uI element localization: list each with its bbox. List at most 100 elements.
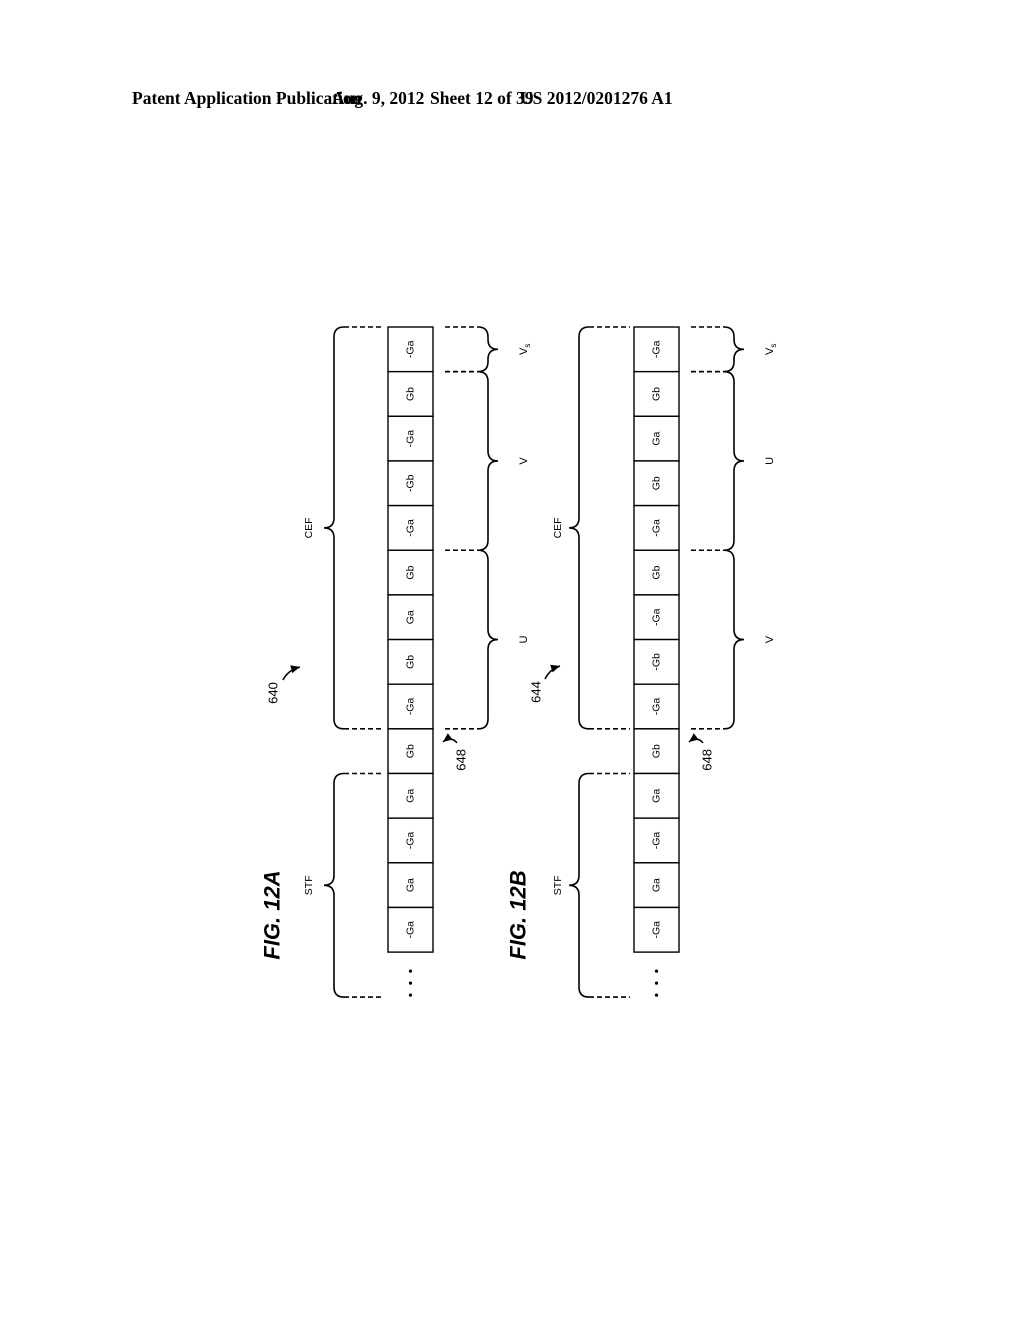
sequence-cell: -Gb — [633, 638, 680, 685]
sequence-cell: -Ga — [633, 683, 680, 730]
brace-line — [477, 370, 499, 552]
continuation-dots — [408, 969, 413, 997]
cell-label: -Ga — [651, 921, 663, 939]
sequence-cell: -Gb — [387, 460, 434, 507]
reference-arrow — [282, 665, 301, 681]
dot — [654, 981, 659, 985]
brace-vs: Vs — [445, 326, 532, 373]
brace-line — [723, 370, 745, 552]
sequence-cell: Ga — [387, 594, 434, 641]
figure-title: FIG. 12A — [260, 870, 285, 959]
sequence-cell: -Ga — [387, 683, 434, 730]
figure-title: FIG. 12B — [506, 870, 531, 959]
cell-label: -Ga — [405, 519, 417, 537]
cell-label: -Ga — [651, 519, 663, 537]
brace-line — [323, 772, 345, 998]
cell-label: Ga — [405, 878, 417, 892]
cell-label: -Gb — [405, 474, 417, 492]
label-subscript: s — [523, 344, 532, 348]
figure-12b: -Ga Gb Ga Gb -Ga Gb -Ga -Gb -Ga Gb Ga -Ga Ga -Ga CEF ST… — [506, 326, 778, 998]
sequence-cell: Ga — [387, 862, 434, 909]
continuation-dots — [654, 969, 659, 997]
brace-cef: CEF — [303, 326, 384, 730]
brace-label-stf: STF — [303, 875, 315, 895]
sequence-cell: Ga — [387, 772, 434, 819]
cell-label: Ga — [651, 878, 663, 892]
dot — [408, 981, 413, 985]
sequence-cell: -Ga — [633, 326, 680, 373]
figure-12a: -Ga Gb -Ga -Gb -Ga Gb Ga Gb -Ga Gb Ga -Ga Ga -Ga CEF ST… — [260, 326, 532, 998]
brace-label-v: V — [764, 635, 776, 643]
cell-label: -Ga — [405, 340, 417, 358]
dot — [408, 993, 413, 997]
cell-label: -Ga — [651, 608, 663, 626]
sequence-cell: -Ga — [633, 817, 680, 864]
dot — [654, 969, 659, 973]
cell-label: -Ga — [651, 832, 663, 850]
dot — [408, 969, 413, 973]
brace-label-stf: STF — [552, 875, 564, 895]
brace-label-u: U — [518, 636, 530, 644]
sequence-cell: Gb — [387, 370, 434, 417]
sequence-cell: Ga — [633, 862, 680, 909]
brace-line — [568, 772, 590, 998]
brace-line — [723, 326, 745, 373]
cell-label: -Ga — [651, 698, 663, 716]
reference-numeral: 640 — [266, 682, 281, 704]
brace-stf: STF — [552, 772, 630, 998]
sequence-cell: Gb — [633, 549, 680, 596]
sequence-cell: -Ga — [387, 415, 434, 462]
cell-label: Gb — [405, 387, 417, 401]
sequence-cell: Gb — [387, 549, 434, 596]
sequence-cell: Ga — [633, 415, 680, 462]
cell-label: Gb — [405, 744, 417, 758]
sequence-cell: -Ga — [633, 504, 680, 551]
sequence-cell: Gb — [387, 728, 434, 775]
cell-label: Ga — [405, 610, 417, 624]
cell-label: Gb — [405, 655, 417, 669]
sequence-cell: Gb — [633, 460, 680, 507]
cell-label: Ga — [651, 431, 663, 445]
sequence-cell: Gb — [633, 370, 680, 417]
reference-arrow — [544, 664, 561, 680]
sequence-cell: -Ga — [387, 326, 434, 373]
cell-label: Ga — [651, 789, 663, 803]
brace-label-v: V — [518, 457, 530, 465]
sequence-cell: -Ga — [387, 504, 434, 551]
sequence-cell: -Ga — [633, 906, 680, 953]
brace-line — [477, 326, 499, 373]
sequence-cell: -Ga — [387, 906, 434, 953]
brace-label-u: U — [764, 457, 776, 465]
cell-label: -Ga — [405, 698, 417, 716]
dot — [654, 993, 659, 997]
sequence-cell: -Ga — [387, 817, 434, 864]
arrowhead — [689, 733, 699, 742]
brace-v: V — [445, 370, 530, 552]
boundary-reference: 648 — [454, 749, 469, 771]
cell-label: Ga — [405, 789, 417, 803]
boundary-arrow — [688, 733, 704, 744]
arrowhead — [290, 665, 300, 674]
cell-label: Gb — [651, 565, 663, 579]
cell-label: -Gb — [651, 653, 663, 671]
brace-label-vs: Vs — [764, 344, 778, 355]
arrowhead — [443, 733, 453, 742]
boundary-reference: 648 — [700, 749, 715, 771]
brace-line — [568, 326, 590, 730]
figure-drawing: -Ga Gb -Ga -Gb -Ga Gb Ga Gb -Ga Gb Ga -Ga Ga -Ga CEF ST… — [260, 326, 778, 998]
reference-numeral: 644 — [529, 681, 544, 703]
cell-label: Gb — [651, 476, 663, 490]
brace-u: U — [691, 370, 776, 552]
cell-label: -Ga — [405, 430, 417, 448]
brace-label-cef: CEF — [552, 517, 564, 538]
boundary-arrow — [442, 733, 458, 744]
brace-line — [723, 549, 745, 730]
cell-label: -Ga — [405, 832, 417, 850]
brace-v: V — [691, 549, 776, 730]
brace-cef: CEF — [552, 326, 630, 730]
brace-stf: STF — [303, 772, 384, 998]
sequence-cell: Ga — [633, 772, 680, 819]
cell-label: -Ga — [651, 340, 663, 358]
brace-line — [323, 326, 345, 730]
cell-label: -Ga — [405, 921, 417, 939]
